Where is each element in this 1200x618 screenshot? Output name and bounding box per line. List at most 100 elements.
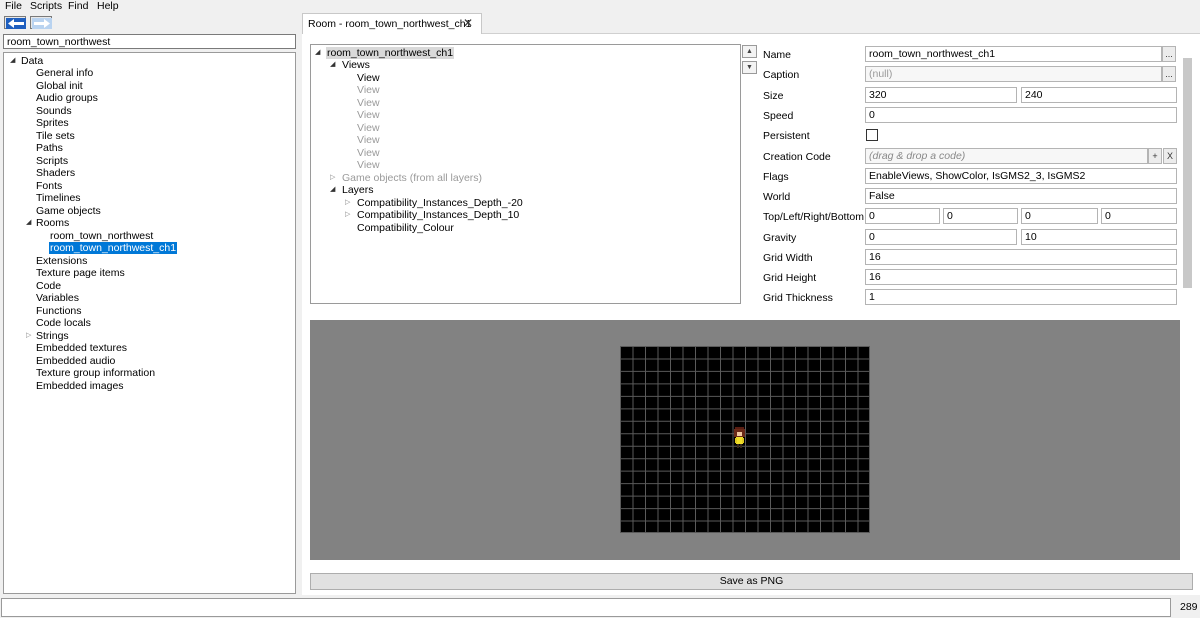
tree-item[interactable]: Variables [36,292,79,304]
persistent-checkbox[interactable] [866,129,878,141]
tree-root-data[interactable]: Data [21,55,43,67]
caption-browse-button[interactable]: ... [1162,66,1176,82]
grid-height-field[interactable]: 16 [865,269,1177,285]
tree-item-strings[interactable]: Strings [36,330,69,342]
room-tree-view[interactable]: View [357,72,380,84]
properties-scrollbar[interactable] [1180,44,1194,306]
right-field[interactable]: 0 [1021,208,1098,224]
room-tree-game-objects[interactable]: Game objects (from all layers) [342,172,482,184]
tree-item[interactable]: Texture page items [36,267,125,279]
tree-item[interactable]: Game objects [36,205,101,217]
tab-room[interactable]: Room - room_town_northwest_ch1 ✕ [302,13,482,34]
room-tree-layer[interactable]: Compatibility_Colour [357,222,454,234]
tree-item[interactable]: Functions [36,305,82,317]
resource-tree[interactable]: ◢ Data General info Global init Audio gr… [3,52,296,594]
room-grid [620,346,870,533]
collapsed-arrow-icon[interactable]: ▷ [345,197,350,209]
scroll-up-button[interactable]: ▲ [742,45,757,58]
room-tree-view[interactable]: View [357,147,380,159]
save-as-png-button[interactable]: Save as PNG [310,573,1193,590]
remove-code-button[interactable]: X [1163,148,1177,164]
collapsed-arrow-icon[interactable]: ▷ [26,330,31,342]
tree-item-rooms[interactable]: Rooms [36,217,69,229]
tree-room-item[interactable]: room_town_northwest [50,230,153,242]
grid-height-label: Grid Height [763,272,817,284]
grid-width-field[interactable]: 16 [865,249,1177,265]
gravity-x-field[interactable]: 0 [865,229,1017,245]
tree-item[interactable]: Code locals [36,317,91,329]
tree-room-item-selected[interactable]: room_town_northwest_ch1 [49,242,178,254]
world-field[interactable]: False [865,188,1177,204]
room-tree-root[interactable]: room_town_northwest_ch1 [326,47,455,59]
forward-button[interactable] [30,16,52,29]
canvas-vertical-scrollbar[interactable] [1180,320,1194,560]
scroll-down-button[interactable]: ▼ [742,61,757,74]
tree-item[interactable]: Embedded textures [36,342,127,354]
creation-code-label: Creation Code [763,151,831,163]
grid-thickness-field[interactable]: 1 [865,289,1177,305]
room-tree-layers[interactable]: Layers [342,184,374,196]
room-tree-views[interactable]: Views [342,59,370,71]
room-tree[interactable]: ◢ room_town_northwest_ch1 ◢ Views View V… [310,44,741,304]
room-tree-view[interactable]: View [357,122,380,134]
expand-arrow-icon[interactable]: ◢ [26,217,31,229]
tree-item[interactable]: Code [36,280,61,292]
expand-arrow-icon[interactable]: ◢ [10,55,15,67]
tree-item[interactable]: Audio groups [36,92,98,104]
tree-item[interactable]: Global init [36,80,83,92]
close-icon[interactable]: ✕ [463,16,473,30]
tree-item[interactable]: Timelines [36,192,81,204]
scrollbar-thumb[interactable] [1183,58,1192,288]
tree-item[interactable]: Embedded audio [36,355,115,367]
size-label: Size [763,90,784,102]
tree-item[interactable]: Shaders [36,167,75,179]
room-tree-view[interactable]: View [357,84,380,96]
room-tree-view[interactable]: View [357,159,380,171]
gravity-y-field[interactable]: 10 [1021,229,1177,245]
name-field[interactable]: room_town_northwest_ch1 [865,46,1162,62]
tree-item[interactable]: Embedded images [36,380,124,392]
room-tree-view[interactable]: View [357,134,380,146]
width-field[interactable]: 320 [865,87,1017,103]
room-tree-layer[interactable]: Compatibility_Instances_Depth_10 [357,209,519,221]
top-field[interactable]: 0 [865,208,940,224]
tree-item[interactable]: General info [36,67,93,79]
caption-field[interactable]: (null) [865,66,1162,82]
bottom-field[interactable]: 0 [1101,208,1177,224]
height-field[interactable]: 240 [1021,87,1177,103]
name-browse-button[interactable]: ... [1162,46,1176,62]
collapsed-arrow-icon[interactable]: ▷ [345,209,350,221]
tree-item[interactable]: Tile sets [36,130,75,142]
menu-scripts[interactable]: Scripts [30,0,62,12]
expand-arrow-icon[interactable]: ◢ [330,184,335,196]
search-input[interactable] [3,34,296,49]
name-label: Name [763,49,792,61]
menu-help[interactable]: Help [97,0,119,12]
tree-item[interactable]: Sprites [36,117,69,129]
tree-item[interactable]: Extensions [36,255,87,267]
arrow-left-icon [6,18,26,29]
expand-arrow-icon[interactable]: ◢ [330,59,335,71]
add-code-button[interactable]: + [1148,148,1162,164]
room-tree-layer[interactable]: Compatibility_Instances_Depth_-20 [357,197,523,209]
tree-item[interactable]: Fonts [36,180,62,192]
room-tree-view[interactable]: View [357,97,380,109]
expand-arrow-icon[interactable]: ◢ [315,47,320,59]
speed-field[interactable]: 0 [865,107,1177,123]
menu-file[interactable]: File [5,0,22,12]
tree-item[interactable]: Sounds [36,105,72,117]
creation-code-field[interactable]: (drag & drop a code) [865,148,1148,164]
collapsed-arrow-icon[interactable]: ▷ [330,172,335,184]
status-input[interactable] [1,598,1171,617]
tree-item[interactable]: Texture group information [36,367,155,379]
tree-item[interactable]: Scripts [36,155,68,167]
tree-item[interactable]: Paths [36,142,63,154]
flags-field[interactable]: EnableViews, ShowColor, IsGMS2_3, IsGMS2 [865,168,1177,184]
room-tree-view[interactable]: View [357,109,380,121]
canvas-horizontal-scrollbar[interactable] [310,560,1180,572]
left-field[interactable]: 0 [943,208,1018,224]
menu-find[interactable]: Find [68,0,88,12]
tab-label: Room - room_town_northwest_ch1 [308,18,472,30]
back-button[interactable] [4,16,26,29]
room-preview-canvas[interactable] [310,320,1180,560]
